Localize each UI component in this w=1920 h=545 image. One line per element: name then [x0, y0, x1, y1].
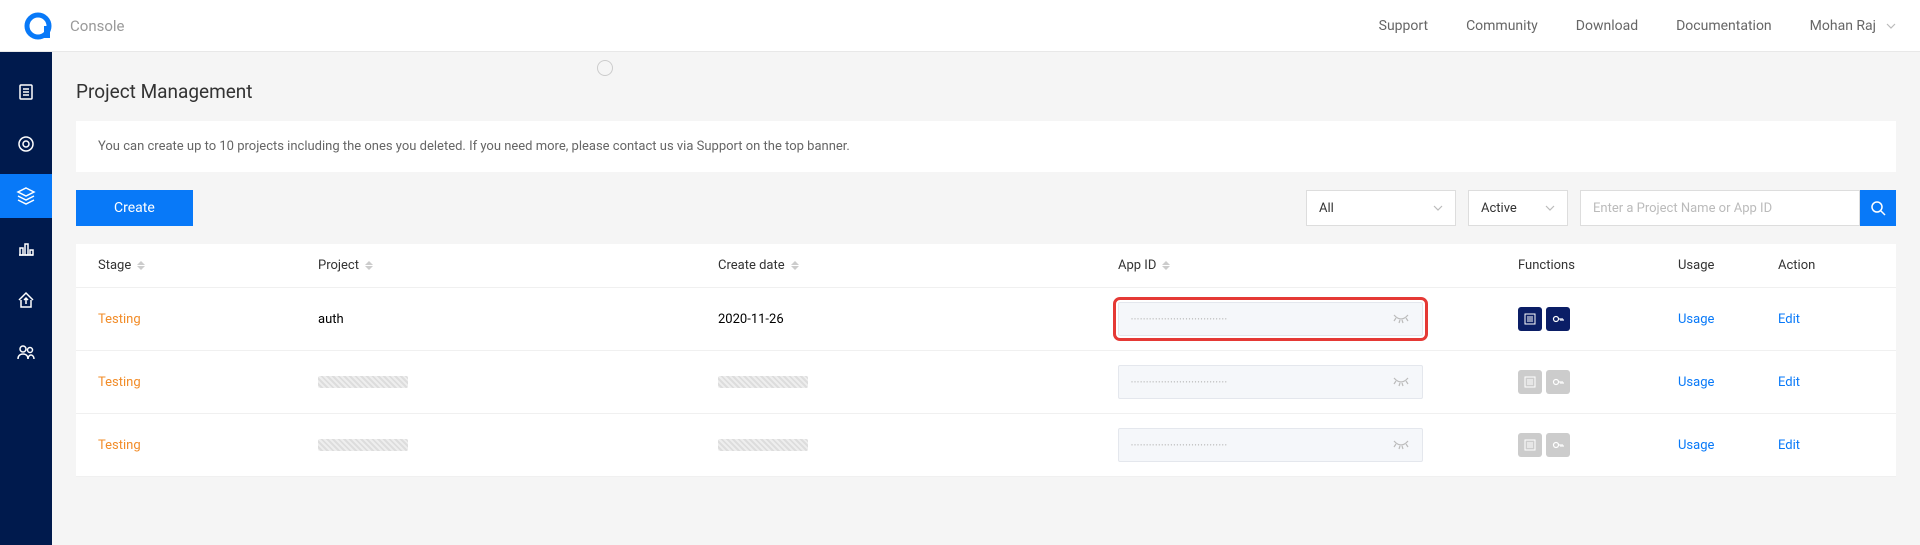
user-name: Mohan Raj [1810, 18, 1876, 34]
th-app-id[interactable]: App ID [1118, 258, 1518, 273]
function-rtc-icon[interactable] [1518, 370, 1542, 394]
logo-icon [24, 12, 52, 40]
table-row: Testing •••••••••••••••••••••••••••••••• U… [76, 414, 1896, 477]
search-icon [1870, 200, 1886, 216]
sidebar-item-upload[interactable] [0, 278, 52, 322]
app-id-masked: •••••••••••••••••••••••••••••••• [1131, 316, 1228, 323]
table-row: Testing •••••••••••••••••••••••••••••••• U… [76, 351, 1896, 414]
edit-link[interactable]: Edit [1778, 438, 1800, 453]
function-rtc-icon[interactable] [1518, 307, 1542, 331]
sort-icon [1162, 261, 1172, 270]
sidebar-item-projects[interactable] [0, 174, 52, 218]
eye-closed-icon[interactable] [1392, 439, 1410, 451]
app-id-masked: •••••••••••••••••••••••••••••••• [1131, 379, 1228, 386]
stage-link[interactable]: Testing [98, 375, 141, 390]
sort-icon [137, 261, 147, 270]
th-stage[interactable]: Stage [98, 258, 318, 273]
edit-link[interactable]: Edit [1778, 312, 1800, 327]
projects-table: Stage Project Create date App ID Functio… [76, 244, 1896, 477]
bar-chart-icon [16, 238, 36, 258]
sidebar-item-docs[interactable] [0, 70, 52, 114]
eye-closed-icon[interactable] [1392, 313, 1410, 325]
chevron-down-icon [1433, 203, 1443, 213]
search-button[interactable] [1860, 190, 1896, 226]
users-icon [16, 342, 36, 362]
filter-status-value: Active [1481, 201, 1517, 216]
app-id-box[interactable]: •••••••••••••••••••••••••••••••• [1118, 365, 1423, 399]
redacted-date [718, 376, 808, 388]
info-banner: You can create up to 10 projects includi… [76, 121, 1896, 172]
nav-support[interactable]: Support [1379, 18, 1428, 34]
usage-link[interactable]: Usage [1678, 375, 1714, 390]
sidebar [0, 52, 52, 545]
filter-all-select[interactable]: All [1306, 190, 1456, 226]
usage-link[interactable]: Usage [1678, 312, 1714, 327]
search-input[interactable] [1580, 190, 1860, 226]
th-project[interactable]: Project [318, 258, 718, 273]
sort-icon [365, 261, 375, 270]
user-menu[interactable]: Mohan Raj [1810, 18, 1896, 34]
redacted-project [318, 439, 408, 451]
create-date: 2020-11-26 [718, 312, 784, 327]
stage-link[interactable]: Testing [98, 438, 141, 453]
table-row: Testing auth 2020-11-26 •••••••••••••••••••… [76, 288, 1896, 351]
page-title: Project Management [76, 80, 1896, 103]
sort-icon [791, 261, 801, 270]
th-action: Action [1778, 258, 1858, 273]
filter-status-select[interactable]: Active [1468, 190, 1568, 226]
nav-documentation[interactable]: Documentation [1676, 18, 1772, 34]
function-key-icon[interactable] [1546, 307, 1570, 331]
create-button[interactable]: Create [76, 190, 193, 226]
nav-download[interactable]: Download [1576, 18, 1638, 34]
redacted-date [718, 439, 808, 451]
header-nav: Support Community Download Documentation [1379, 18, 1772, 34]
table-header: Stage Project Create date App ID Functio… [76, 244, 1896, 288]
redacted-project [318, 376, 408, 388]
app-id-box[interactable]: •••••••••••••••••••••••••••••••• [1118, 428, 1423, 462]
app-id-masked: •••••••••••••••••••••••••••••••• [1131, 442, 1228, 449]
sidebar-item-users[interactable] [0, 330, 52, 374]
th-usage: Usage [1678, 258, 1778, 273]
usage-link[interactable]: Usage [1678, 438, 1714, 453]
project-name: auth [318, 312, 344, 327]
function-rtc-icon[interactable] [1518, 433, 1542, 457]
app-id-box[interactable]: •••••••••••••••••••••••••••••••• [1118, 302, 1423, 336]
document-stack-icon [16, 82, 36, 102]
th-create-date[interactable]: Create date [718, 258, 1118, 273]
content-area: Project Management You can create up to … [52, 52, 1920, 545]
layers-icon [16, 186, 36, 206]
home-upload-icon [16, 290, 36, 310]
spinner-icon [597, 60, 613, 76]
toolbar: Create All Active [76, 190, 1896, 226]
th-functions: Functions [1518, 258, 1678, 273]
target-icon [16, 134, 36, 154]
console-label: Console [70, 17, 125, 35]
sidebar-item-target[interactable] [0, 122, 52, 166]
function-key-icon[interactable] [1546, 433, 1570, 457]
chevron-down-icon [1886, 21, 1896, 31]
nav-community[interactable]: Community [1466, 18, 1538, 34]
eye-closed-icon[interactable] [1392, 376, 1410, 388]
filter-all-value: All [1319, 201, 1334, 216]
function-key-icon[interactable] [1546, 370, 1570, 394]
chevron-down-icon [1545, 203, 1555, 213]
stage-link[interactable]: Testing [98, 312, 141, 327]
top-bar: Console Support Community Download Docum… [0, 0, 1920, 52]
edit-link[interactable]: Edit [1778, 375, 1800, 390]
sidebar-item-analytics[interactable] [0, 226, 52, 270]
